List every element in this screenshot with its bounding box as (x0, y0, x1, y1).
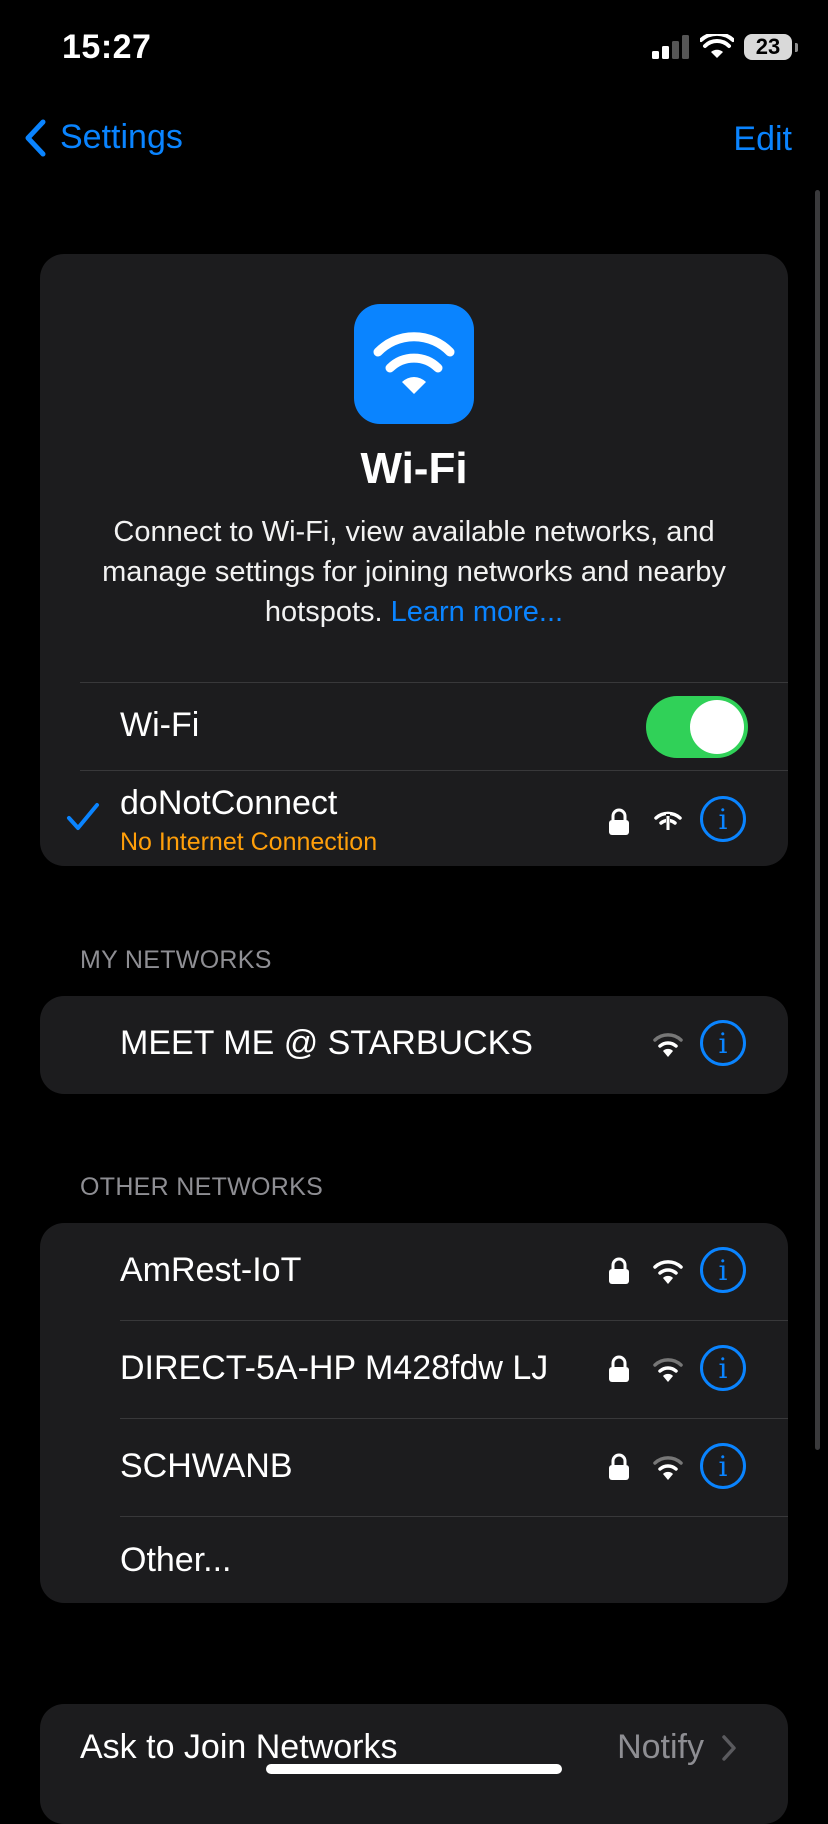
wifi-signal-icon (653, 1456, 683, 1480)
wifi-main-card: Wi-Fi Connect to Wi-Fi, view available n… (40, 254, 788, 866)
wifi-signal-icon (653, 1260, 683, 1284)
ask-to-join-value-text: Notify (617, 1728, 704, 1766)
checkmark-icon (67, 803, 99, 830)
lock-icon (609, 1453, 629, 1480)
info-button-direct[interactable]: i (700, 1345, 746, 1391)
other-networks-header: OTHER NETWORKS (80, 1173, 324, 1201)
network-name[interactable]: AmRest-IoT (120, 1251, 301, 1290)
other-network-button[interactable]: Other... (120, 1541, 232, 1580)
lock-icon (609, 808, 629, 835)
current-network-status: No Internet Connection (120, 828, 378, 856)
network-name[interactable]: DIRECT-5A-HP M428fdw LJ (120, 1349, 548, 1388)
battery-icon: 23 (744, 34, 798, 60)
info-button-schwanb[interactable]: i (700, 1443, 746, 1489)
wifi-description: Connect to Wi-Fi, view available network… (70, 512, 758, 632)
info-button-current[interactable]: i (700, 796, 746, 842)
my-networks-header: MY NETWORKS (80, 946, 272, 974)
ask-to-join-value: Notify (617, 1728, 736, 1767)
wifi-app-icon (354, 304, 474, 424)
divider (80, 770, 788, 771)
status-icons: 23 (652, 34, 798, 60)
chevron-left-icon (25, 119, 46, 156)
learn-more-link[interactable]: Learn more... (391, 596, 563, 628)
network-name[interactable]: SCHWANB (120, 1447, 293, 1486)
back-button[interactable]: Settings (24, 118, 183, 157)
scrollbar[interactable] (815, 190, 820, 1450)
home-indicator[interactable] (266, 1764, 562, 1774)
wifi-icon (373, 332, 455, 394)
current-network-name[interactable]: doNotConnect (120, 784, 337, 823)
divider (120, 1418, 788, 1419)
wifi-status-icon (700, 34, 734, 58)
battery-level: 23 (755, 34, 781, 59)
chevron-right-icon (722, 1734, 736, 1761)
divider (120, 1320, 788, 1321)
status-time: 15:27 (62, 28, 152, 66)
divider (120, 1516, 788, 1517)
wifi-signal-icon (653, 1358, 683, 1382)
other-networks-card: AmRest-IoT i DIRECT-5A-HP M428fdw LJ i S… (40, 1223, 788, 1603)
wifi-no-internet-icon (654, 811, 682, 832)
lock-icon (609, 1355, 629, 1382)
edit-button[interactable]: Edit (733, 120, 792, 159)
ask-to-join-label: Ask to Join Networks (80, 1728, 398, 1766)
divider (80, 682, 788, 683)
lock-icon (609, 1257, 629, 1284)
page-title: Wi-Fi (360, 444, 468, 493)
back-label: Settings (60, 118, 183, 156)
wifi-signal-icon (653, 1033, 683, 1057)
wifi-toggle-label: Wi-Fi (120, 706, 200, 744)
cellular-signal-icon (652, 35, 689, 59)
my-networks-card: MEET ME @ STARBUCKS i (40, 996, 788, 1094)
info-button-starbucks[interactable]: i (700, 1020, 746, 1066)
wifi-toggle[interactable] (646, 696, 748, 758)
network-name[interactable]: MEET ME @ STARBUCKS (120, 1024, 533, 1063)
info-button-amrest[interactable]: i (700, 1247, 746, 1293)
